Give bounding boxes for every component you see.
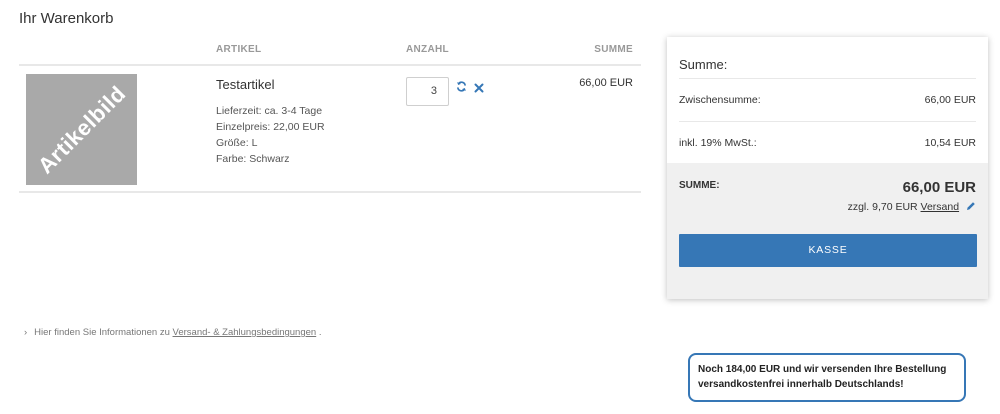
shipping-info-line: › Hier finden Sie Informationen zu Versan… — [24, 327, 321, 338]
product-image[interactable]: Artikelbild — [26, 74, 137, 185]
shipping-cost-text: zzgl. 9,70 EUR — [847, 201, 918, 213]
order-summary-panel: Summe: Zwischensumme: 66,00 EUR inkl. 19… — [667, 37, 988, 299]
vat-row: inkl. 19% MwSt.: 10,54 EUR — [679, 137, 976, 149]
cart-item-row: Artikelbild Testartikel Lieferzeit: ca. … — [19, 66, 641, 193]
column-header-anzahl: ANZAHL — [406, 44, 449, 55]
vat-value: 10,54 EUR — [924, 137, 976, 149]
total-label: SUMME: — [679, 180, 720, 191]
subtotal-label: Zwischensumme: — [679, 94, 761, 106]
quantity-input[interactable]: 3 — [406, 77, 449, 106]
shipping-payment-terms-link[interactable]: Versand- & Zahlungsbedingungen — [173, 327, 317, 338]
product-size: Größe: L — [216, 137, 258, 149]
product-image-placeholder-text: Artikelbild — [32, 80, 130, 178]
close-icon[interactable] — [474, 83, 484, 93]
page-title: Ihr Warenkorb — [19, 10, 114, 27]
product-name-link[interactable]: Testartikel — [216, 77, 275, 92]
column-header-artikel: ARTIKEL — [216, 44, 262, 55]
cart-table-header: ARTIKEL ANZAHL SUMME — [19, 42, 641, 66]
summary-title: Summe: — [679, 57, 728, 72]
info-text: Hier finden Sie Informationen zu — [34, 327, 170, 338]
delivery-time: Lieferzeit: ca. 3-4 Tage — [216, 105, 323, 117]
unit-price: Einzelpreis: 22,00 EUR — [216, 121, 325, 133]
checkout-button[interactable]: KASSE — [679, 234, 977, 267]
info-suffix: . — [318, 327, 322, 338]
refresh-icon[interactable] — [456, 81, 467, 92]
product-details: Lieferzeit: ca. 3-4 Tage Einzelpreis: 22… — [216, 103, 325, 167]
pencil-icon[interactable] — [966, 201, 976, 211]
column-header-summe: SUMME — [594, 44, 633, 55]
chevron-right-icon: › — [24, 327, 28, 338]
free-shipping-notice: Noch 184,00 EUR und wir versenden Ihre B… — [688, 353, 966, 402]
total-value: 66,00 EUR — [902, 179, 976, 196]
shipping-cost-note: zzgl. 9,70 EUR Versand — [848, 201, 976, 213]
free-shipping-line-1: Noch 184,00 EUR und wir versenden Ihre B… — [698, 364, 947, 375]
line-total: 66,00 EUR — [579, 77, 633, 89]
divider — [679, 121, 976, 122]
subtotal-value: 66,00 EUR — [924, 94, 976, 106]
subtotal-row: Zwischensumme: 66,00 EUR — [679, 94, 976, 106]
divider — [679, 78, 976, 79]
vat-label: inkl. 19% MwSt.: — [679, 137, 757, 149]
product-color: Farbe: Schwarz — [216, 153, 290, 165]
free-shipping-line-2: versandkostenfrei innerhalb Deutschlands… — [698, 379, 904, 390]
shipping-link[interactable]: Versand — [921, 201, 960, 213]
